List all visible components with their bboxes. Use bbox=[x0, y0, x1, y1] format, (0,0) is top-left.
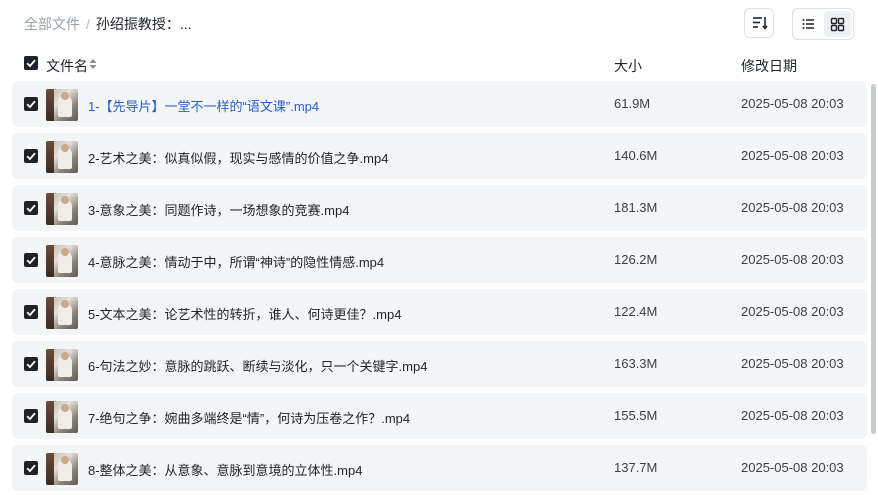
file-size: 122.4M bbox=[614, 304, 658, 319]
table-row[interactable]: 3-意象之美：同题作诗，一场想象的竞赛.mp4 181.3M 2025-05-08 … bbox=[12, 185, 867, 231]
file-size: 155.5M bbox=[614, 408, 658, 423]
table-row[interactable]: 7-绝句之争：婉曲多端终是“情”，何诗为压卷之作？.mp4 155.5M 2025-… bbox=[12, 393, 867, 439]
file-modified-date: 2025-05-08 20:03 bbox=[741, 96, 844, 111]
list-view-button[interactable] bbox=[795, 11, 822, 37]
row-checkbox[interactable] bbox=[24, 409, 38, 423]
breadcrumb: 全部文件 / 孙绍振教授：... bbox=[24, 14, 192, 34]
file-name[interactable]: 7-绝句之争：婉曲多端终是“情”，何诗为压卷之作？.mp4 bbox=[88, 408, 410, 427]
row-checkbox[interactable] bbox=[24, 357, 38, 371]
video-thumbnail[interactable] bbox=[46, 453, 78, 485]
table-row[interactable]: 8-整体之美：从意象、意脉到意境的立体性.mp4 137.7M 2025-05-08… bbox=[12, 445, 867, 491]
file-name[interactable]: 1-【先导片】一堂不一样的“语文课”.mp4 bbox=[88, 96, 319, 115]
file-name[interactable]: 3-意象之美：同题作诗，一场想象的竞赛.mp4 bbox=[88, 200, 349, 219]
row-checkbox[interactable] bbox=[24, 253, 38, 267]
sort-button[interactable] bbox=[744, 8, 774, 38]
table-row[interactable]: 4-意脉之美：情动于中，所谓“神诗”的隐性情感.mp4 126.2M 2025-05… bbox=[12, 237, 867, 283]
file-modified-date: 2025-05-08 20:03 bbox=[741, 252, 844, 267]
sort-caret-icon[interactable] bbox=[89, 58, 97, 70]
breadcrumb-separator: / bbox=[86, 16, 90, 32]
file-modified-date: 2025-05-08 20:03 bbox=[741, 460, 844, 475]
select-all-checkbox[interactable] bbox=[24, 56, 38, 70]
breadcrumb-root[interactable]: 全部文件 bbox=[24, 16, 80, 32]
file-modified-date: 2025-05-08 20:03 bbox=[741, 200, 844, 215]
column-header-name[interactable]: 文件名 bbox=[46, 56, 88, 76]
file-name[interactable]: 4-意脉之美：情动于中，所谓“神诗”的隐性情感.mp4 bbox=[88, 252, 384, 271]
top-bar: 全部文件 / 孙绍振教授：... bbox=[0, 0, 878, 48]
grid-view-icon bbox=[830, 17, 845, 32]
video-thumbnail[interactable] bbox=[46, 89, 78, 121]
file-modified-date: 2025-05-08 20:03 bbox=[741, 356, 844, 371]
file-name[interactable]: 8-整体之美：从意象、意脉到意境的立体性.mp4 bbox=[88, 460, 362, 479]
breadcrumb-current: 孙绍振教授：... bbox=[95, 16, 192, 32]
row-checkbox[interactable] bbox=[24, 201, 38, 215]
video-thumbnail[interactable] bbox=[46, 401, 78, 433]
scrollbar[interactable] bbox=[871, 84, 876, 434]
file-size: 140.6M bbox=[614, 148, 658, 163]
file-modified-date: 2025-05-08 20:03 bbox=[741, 148, 844, 163]
file-size: 163.3M bbox=[614, 356, 658, 371]
sort-descending-icon bbox=[753, 17, 768, 30]
column-header-date[interactable]: 修改日期 bbox=[741, 56, 797, 76]
file-size: 137.7M bbox=[614, 460, 658, 475]
table-row[interactable]: 2-艺术之美：似真似假，现实与感情的价值之争.mp4 140.6M 2025-05-… bbox=[12, 133, 867, 179]
video-thumbnail[interactable] bbox=[46, 193, 78, 225]
table-row[interactable]: 1-【先导片】一堂不一样的“语文课”.mp4 61.9M 2025-05-08 20… bbox=[12, 81, 867, 127]
view-toggle bbox=[792, 8, 854, 40]
grid-view-button[interactable] bbox=[824, 11, 851, 37]
file-name[interactable]: 5-文本之美：论艺术性的转折，谁人、何诗更佳？.mp4 bbox=[88, 304, 401, 323]
video-thumbnail[interactable] bbox=[46, 141, 78, 173]
file-size: 181.3M bbox=[614, 200, 658, 215]
table-row[interactable]: 5-文本之美：论艺术性的转折，谁人、何诗更佳？.mp4 122.4M 2025-05… bbox=[12, 289, 867, 335]
row-checkbox[interactable] bbox=[24, 461, 38, 475]
row-checkbox[interactable] bbox=[24, 305, 38, 319]
table-header: 文件名 大小 修改日期 bbox=[0, 52, 878, 76]
video-thumbnail[interactable] bbox=[46, 297, 78, 329]
table-row[interactable]: 6-句法之妙：意脉的跳跃、断续与淡化，只一个关键字.mp4 163.3M 2025-… bbox=[12, 341, 867, 387]
row-checkbox[interactable] bbox=[24, 97, 38, 111]
video-thumbnail[interactable] bbox=[46, 245, 78, 277]
file-modified-date: 2025-05-08 20:03 bbox=[741, 304, 844, 319]
file-name[interactable]: 6-句法之妙：意脉的跳跃、断续与淡化，只一个关键字.mp4 bbox=[88, 356, 427, 375]
file-size: 61.9M bbox=[614, 96, 651, 111]
column-header-size[interactable]: 大小 bbox=[614, 56, 642, 76]
row-checkbox[interactable] bbox=[24, 149, 38, 163]
list-view-icon bbox=[802, 19, 814, 29]
video-thumbnail[interactable] bbox=[46, 349, 78, 381]
file-size: 126.2M bbox=[614, 252, 658, 267]
file-name[interactable]: 2-艺术之美：似真似假，现实与感情的价值之争.mp4 bbox=[88, 148, 388, 167]
file-modified-date: 2025-05-08 20:03 bbox=[741, 408, 844, 423]
